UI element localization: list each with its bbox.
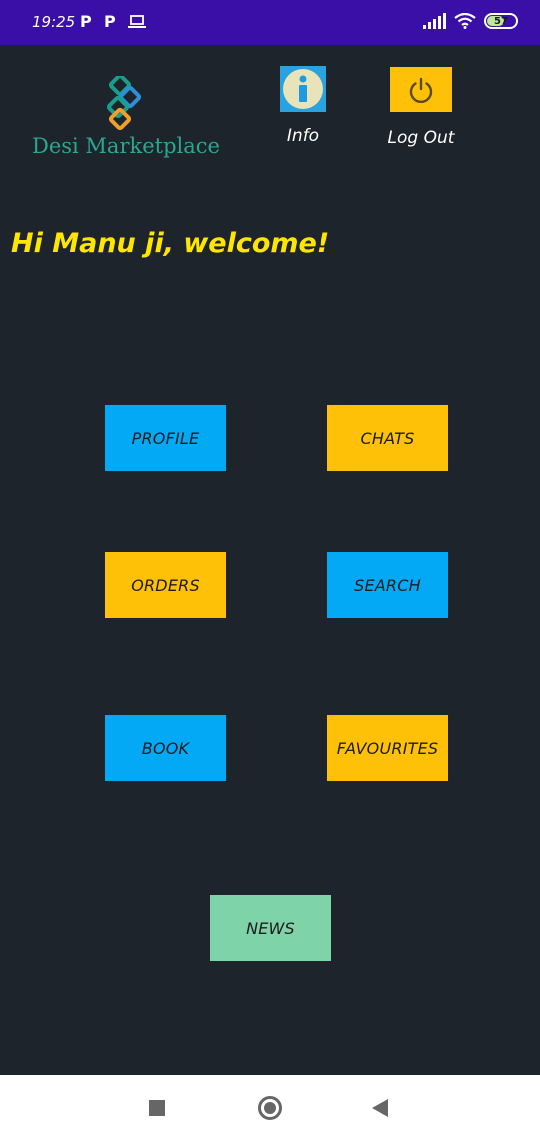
battery-level: 57 — [494, 15, 508, 27]
laptop-icon — [128, 15, 146, 28]
news-button[interactable]: NEWS — [210, 895, 331, 961]
chats-button[interactable]: CHATS — [327, 405, 448, 471]
battery-icon: 57 — [484, 13, 518, 29]
info-icon — [283, 69, 323, 109]
app-logo: Desi Marketplace — [32, 76, 220, 158]
search-button[interactable]: SEARCH — [327, 552, 448, 618]
signal-icon — [423, 13, 446, 29]
p-notification-icon: P — [104, 12, 116, 31]
logout-label[interactable]: Log Out — [376, 128, 466, 148]
power-icon — [409, 77, 433, 103]
profile-button[interactable]: PROFILE — [105, 405, 226, 471]
favourites-button[interactable]: FAVOURITES — [327, 715, 448, 781]
home-icon[interactable] — [258, 1096, 282, 1120]
wifi-icon — [454, 13, 476, 29]
welcome-message: Hi Manu ji, welcome! — [11, 228, 330, 259]
orders-button[interactable]: ORDERS — [105, 552, 226, 618]
p-notification-icon: P — [80, 12, 92, 31]
book-button[interactable]: BOOK — [105, 715, 226, 781]
info-button[interactable] — [280, 66, 326, 112]
logout-button[interactable] — [390, 67, 452, 112]
status-right: 57 — [423, 13, 518, 29]
status-bar: 19:25 P P 57 — [0, 0, 540, 45]
info-label[interactable]: Info — [268, 126, 338, 146]
recent-apps-icon[interactable] — [149, 1100, 165, 1116]
navigation-bar — [0, 1075, 540, 1140]
logo-chain-icon — [106, 76, 142, 131]
logo-text: Desi Marketplace — [32, 134, 220, 158]
status-time: 19:25 — [32, 13, 76, 31]
back-icon[interactable] — [372, 1099, 388, 1117]
